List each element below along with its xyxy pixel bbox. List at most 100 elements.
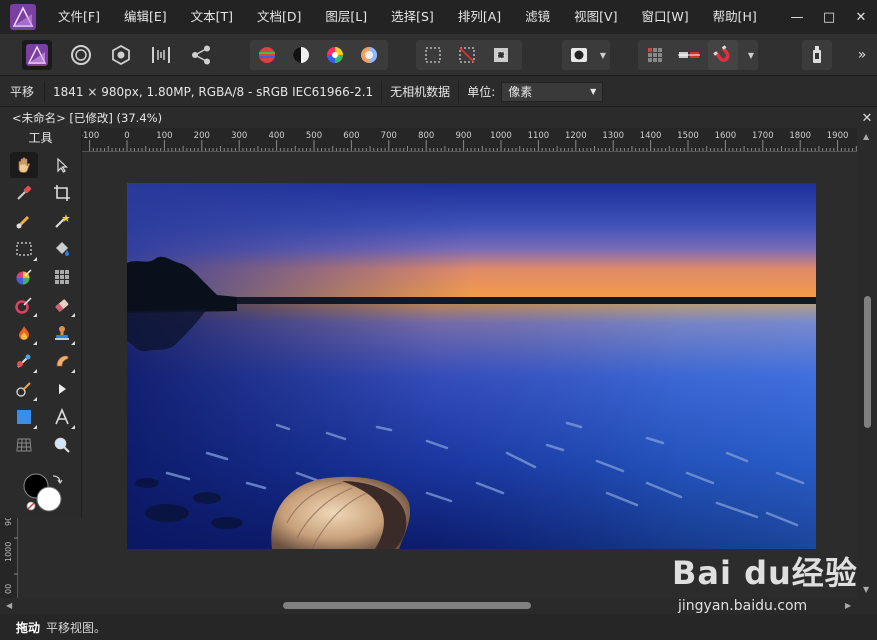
menu-help[interactable]: 帮助[H] [703,0,767,34]
menu-text[interactable]: 文本[T] [181,0,243,34]
document-tab[interactable]: <未命名> [已修改] (37.4%) ✕ [0,108,877,128]
status-action: 拖动 [16,620,41,635]
color-picker-tool[interactable] [10,180,38,206]
horizontal-scroll-thumb[interactable] [283,602,531,609]
assistant-icon [813,46,821,63]
pixel-tool[interactable] [48,264,76,290]
view-tool[interactable] [10,152,38,178]
menu-document[interactable]: 文档[D] [247,0,311,34]
close-window-button[interactable]: ✕ [845,0,877,34]
invert-selection-icon [494,48,508,62]
snapping-button[interactable] [708,40,738,70]
rectangle-shape-icon [17,410,31,424]
scroll-up-icon[interactable]: ▲ [863,132,869,141]
main-toolbar: ▼ ▼ » [0,34,877,76]
document-title: <未命名> [已修改] (37.4%) [12,111,163,125]
affinity-photo-logo-icon[interactable] [10,4,36,30]
flyout-indicator [33,425,37,429]
mask-dropdown-button[interactable]: ▼ [596,40,610,70]
erase-brush-tool[interactable] [48,292,76,318]
paint-brush-tool[interactable] [10,264,38,290]
white-balance-icon [361,47,377,63]
quick-mask-button[interactable] [564,40,594,70]
context-mode-label: 平移 [10,85,35,99]
selection-brush-tool[interactable] [10,208,38,234]
unit-label: 单位: [467,85,496,99]
photo-persona-button[interactable] [22,40,52,70]
levels-button[interactable] [252,40,282,70]
ruler-h-label: 1400 [640,131,662,141]
pointer-arrow-icon [57,157,69,173]
menu-window[interactable]: 窗口[W] [631,0,698,34]
menu-file[interactable]: 文件[F] [48,0,110,34]
liquify-persona-icon [71,45,91,65]
crop-tool[interactable] [48,180,76,206]
node-tool[interactable] [48,376,76,402]
flood-select-tool[interactable] [48,208,76,234]
chevron-down-icon: ▼ [590,87,597,96]
tone-mapping-persona-button[interactable] [146,40,176,70]
liquify-persona-button[interactable] [66,40,96,70]
flyout-indicator [33,397,37,401]
color-replacement-tool[interactable] [10,292,38,318]
color-swatches[interactable] [20,470,68,516]
unit-select[interactable]: 像素 ▼ [501,81,604,102]
dodge-brush-tool[interactable] [10,320,38,346]
marquee-select-button[interactable] [418,40,448,70]
alignment-button[interactable] [674,40,704,70]
flood-fill-tool[interactable] [48,236,76,262]
ruler-v-label: 1000 [4,542,13,562]
hsl-button[interactable] [320,40,350,70]
document-image[interactable] [127,183,816,549]
menu-arrange[interactable]: 排列[A] [448,0,511,34]
vertical-scroll-thumb[interactable] [864,296,871,428]
pen-nib-icon [16,382,31,397]
ruler-h-label: 1600 [715,131,737,141]
assistant-button[interactable] [802,40,832,70]
zoom-tool[interactable] [48,432,76,458]
menu-view[interactable]: 视图[V] [564,0,627,34]
secondary-color-swatch[interactable] [36,486,62,512]
maximize-button[interactable]: □ [813,0,845,34]
color-replace-brush-icon [15,297,32,314]
export-persona-button[interactable] [186,40,216,70]
white-balance-button[interactable] [354,40,384,70]
mesh-warp-tool[interactable] [10,432,38,458]
rectangle-tool[interactable] [10,404,38,430]
flyout-indicator [71,313,75,317]
snapping-dropdown-button[interactable]: ▼ [744,40,758,70]
tools-panel: 工具 [0,128,82,518]
color-levels-icon [259,47,275,63]
camera-data-label: 无相机数据 [390,85,451,99]
menu-edit[interactable]: 编辑[E] [114,0,177,34]
flyout-indicator [33,341,37,345]
menu-filters[interactable]: 滤镜 [515,0,560,34]
ruler-h-label: -100 [82,131,99,141]
marquee-tool[interactable] [10,236,38,262]
menu-select[interactable]: 选择[S] [381,0,444,34]
text-tool[interactable] [48,404,76,430]
scroll-left-icon[interactable]: ◀ [6,601,12,610]
grid-button[interactable] [640,40,670,70]
mesh-grid-icon [16,438,32,452]
deselect-button[interactable] [452,40,482,70]
baidu-watermark: Bai du经验 jingyan.baidu.com [672,548,872,620]
flame-icon [19,326,29,340]
ruler-h-label: 1500 [677,131,699,141]
black-white-button[interactable] [286,40,316,70]
toolbar-overflow-button[interactable]: » [850,40,874,70]
clone-brush-tool[interactable] [48,320,76,346]
chevron-down-icon: ▼ [599,50,607,60]
minimize-button[interactable]: — [781,0,813,34]
ruler-h-label: 400 [268,131,284,141]
invert-selection-button[interactable] [486,40,516,70]
swap-colors-icon[interactable] [52,475,63,485]
develop-persona-button[interactable] [106,40,136,70]
move-tool[interactable] [48,152,76,178]
healing-brush-tool[interactable] [10,348,38,374]
close-document-button[interactable]: ✕ [857,111,877,126]
pen-tool[interactable] [10,376,38,402]
menu-layer[interactable]: 图层[L] [315,0,377,34]
smudge-brush-tool[interactable] [48,348,76,374]
unit-select-value: 像素 [508,85,533,99]
